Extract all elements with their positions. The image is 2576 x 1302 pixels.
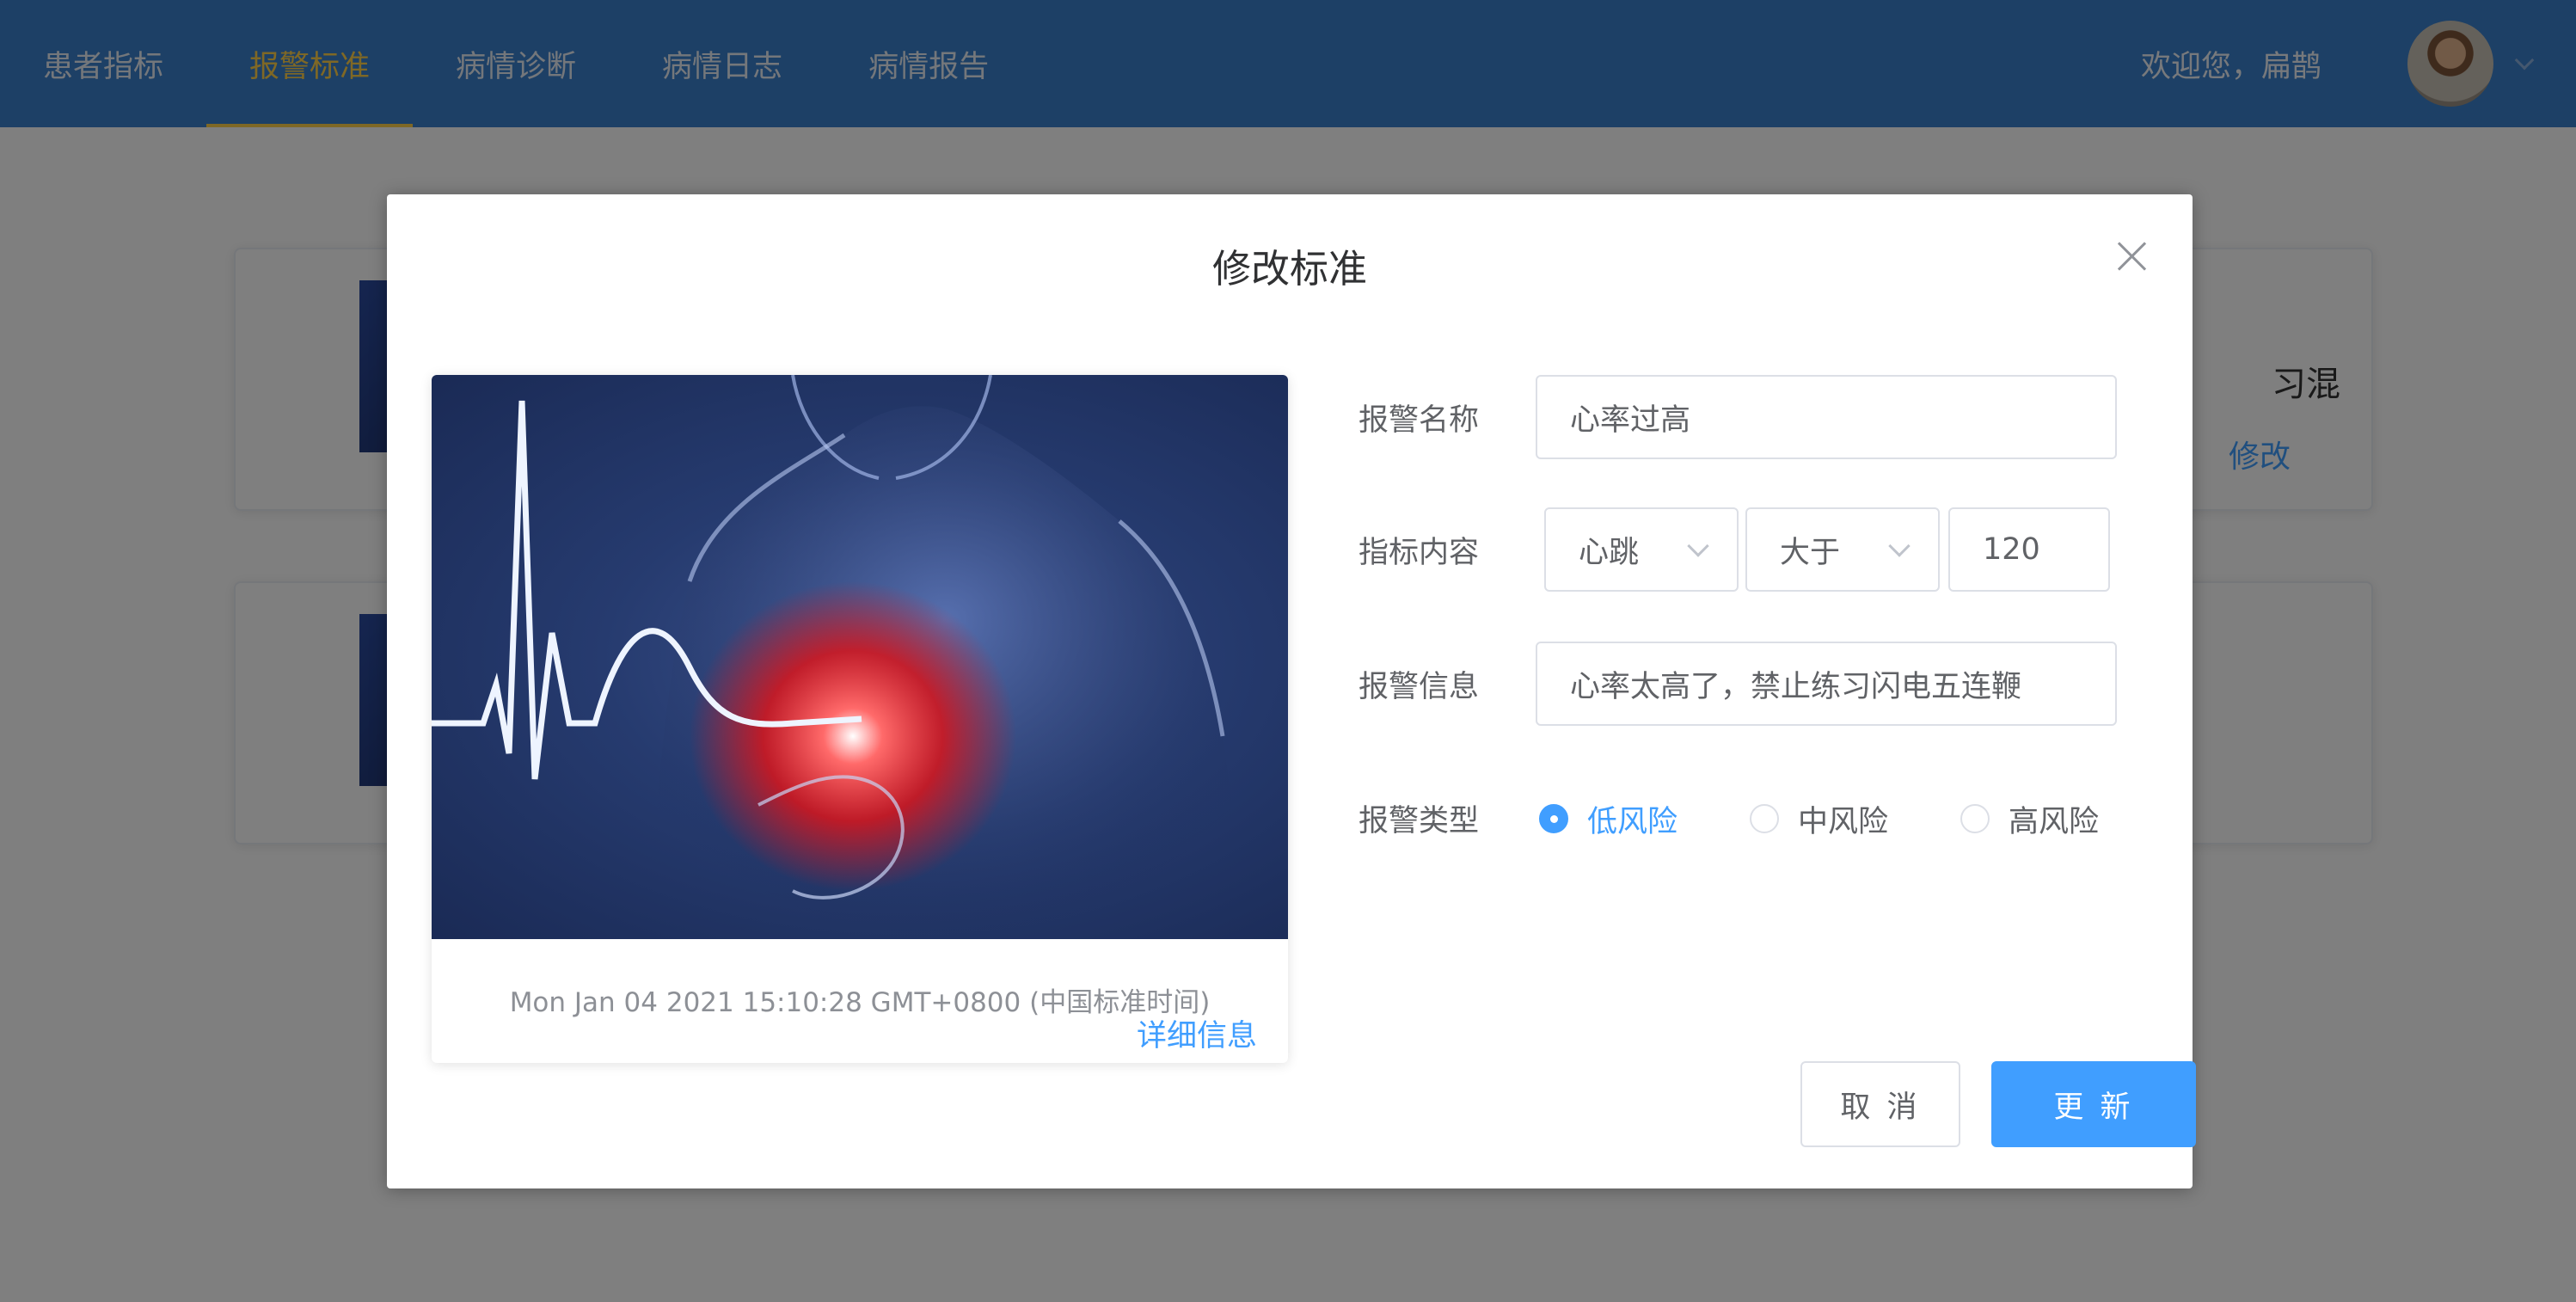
chevron-down-icon xyxy=(1687,535,1709,557)
metric-value: 心跳 xyxy=(1579,535,1640,570)
radio-medium-risk-label: 中风险 xyxy=(1798,804,1889,839)
radio-checked-icon xyxy=(1539,804,1568,833)
detail-link[interactable]: 详细信息 xyxy=(1137,1011,1257,1055)
operator-select[interactable]: 大于 xyxy=(1745,507,1940,592)
heart-illustration xyxy=(432,375,1244,939)
alarm-type-label: 报警类型 xyxy=(1359,803,1480,838)
alarm-message-value: 心率太高了，禁止练习闪电五连鞭 xyxy=(1570,669,2022,704)
metric-select[interactable]: 心跳 xyxy=(1544,507,1739,592)
close-icon[interactable] xyxy=(2117,241,2148,272)
edit-standard-dialog: 修改标准 Mon Jan 04 2021 15:10:28 GMT+0800 (… xyxy=(387,194,2196,1188)
chevron-down-icon xyxy=(1888,535,1911,557)
alarm-name-label: 报警名称 xyxy=(1359,402,1480,438)
threshold-input[interactable]: 120 xyxy=(1948,507,2110,592)
radio-high-risk[interactable]: 高风险 xyxy=(1960,797,2099,841)
operator-value: 大于 xyxy=(1780,535,1841,570)
alarm-name-value: 心率过高 xyxy=(1570,402,1691,438)
radio-low-risk-label: 低风险 xyxy=(1587,804,1678,839)
radio-medium-risk[interactable]: 中风险 xyxy=(1750,797,1888,841)
radio-unchecked-icon xyxy=(1750,804,1780,833)
indicator-label: 指标内容 xyxy=(1359,535,1480,570)
heart-image xyxy=(432,375,1288,939)
alarm-name-input[interactable]: 心率过高 xyxy=(1536,375,2117,459)
alarm-message-input[interactable]: 心率太高了，禁止练习闪电五连鞭 xyxy=(1536,642,2117,726)
alarm-message-label: 报警信息 xyxy=(1359,669,1480,704)
radio-unchecked-icon xyxy=(1960,804,1990,833)
radio-high-risk-label: 高风险 xyxy=(2009,804,2100,839)
update-button[interactable]: 更 新 xyxy=(1991,1061,2196,1147)
threshold-value: 120 xyxy=(1983,532,2040,567)
standard-image-card: Mon Jan 04 2021 15:10:28 GMT+0800 (中国标准时… xyxy=(432,375,1288,1063)
radio-low-risk[interactable]: 低风险 xyxy=(1539,797,1677,841)
dialog-title: 修改标准 xyxy=(1211,246,1367,292)
cancel-button[interactable]: 取 消 xyxy=(1800,1061,1960,1147)
risk-radio-group: 低风险 中风险 高风险 xyxy=(1539,793,2099,844)
